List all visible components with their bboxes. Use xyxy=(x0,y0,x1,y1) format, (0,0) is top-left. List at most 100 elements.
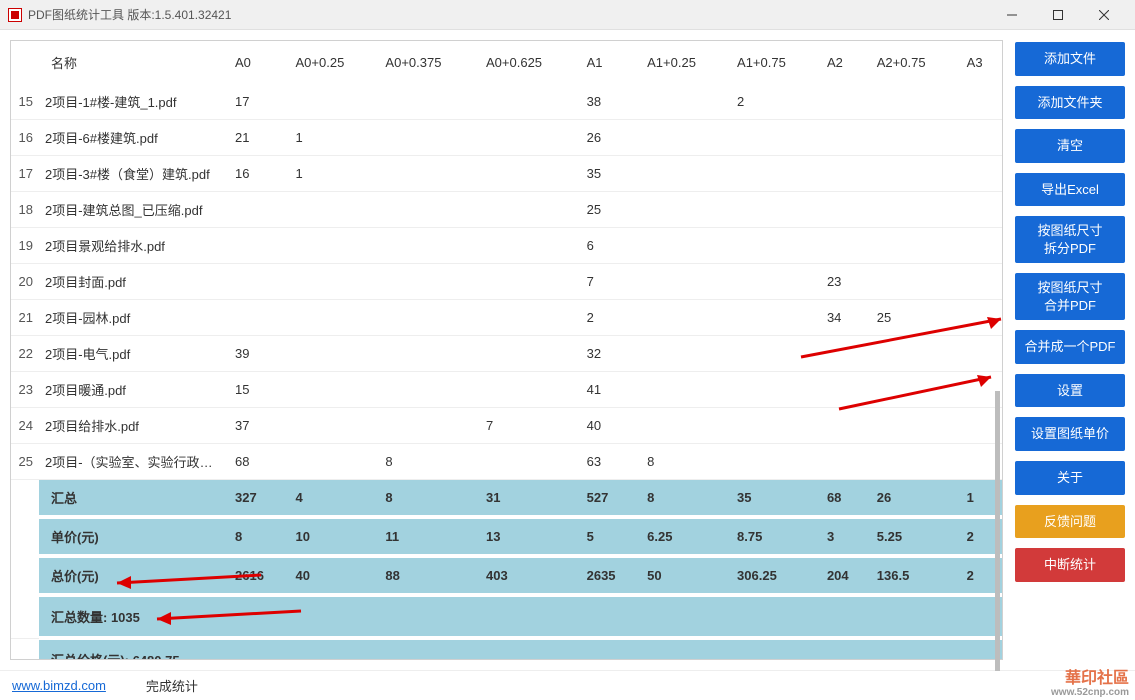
summary-label: 汇总 xyxy=(39,480,229,518)
file-name-cell: 2项目景观给排水.pdf xyxy=(39,228,229,264)
add-folder-button[interactable]: 添加文件夹 xyxy=(1015,86,1125,120)
table-row[interactable]: 232项目暖通.pdf1541 xyxy=(11,372,1002,408)
data-cell xyxy=(641,84,731,120)
data-cell: 2 xyxy=(581,300,642,336)
data-cell xyxy=(290,408,380,444)
column-header[interactable]: A0+0.625 xyxy=(480,41,581,84)
summary-cell: 8 xyxy=(229,517,290,556)
data-cell xyxy=(290,84,380,120)
about-button[interactable]: 关于 xyxy=(1015,461,1125,495)
data-cell xyxy=(480,156,581,192)
data-cell xyxy=(961,120,1002,156)
export-excel-button[interactable]: 导出Excel xyxy=(1015,173,1125,207)
table-row[interactable]: 212项目-园林.pdf23425 xyxy=(11,300,1002,336)
data-cell: 7 xyxy=(581,264,642,300)
data-cell xyxy=(379,336,480,372)
add-file-button[interactable]: 添加文件 xyxy=(1015,42,1125,76)
statusbar: www.bimzd.com 完成统计 xyxy=(0,670,1135,700)
data-cell xyxy=(379,372,480,408)
data-cell xyxy=(731,156,821,192)
data-cell xyxy=(480,336,581,372)
column-header[interactable]: A2+0.75 xyxy=(871,41,961,84)
split-by-size-button[interactable]: 按图纸尺寸拆分PDF xyxy=(1015,216,1125,263)
file-name-cell: 2项目-6#楼建筑.pdf xyxy=(39,120,229,156)
data-cell xyxy=(821,192,871,228)
feedback-button[interactable]: 反馈问题 xyxy=(1015,505,1125,539)
column-header[interactable]: A0+0.375 xyxy=(379,41,480,84)
table-container[interactable]: 名称A0A0+0.25A0+0.375A0+0.625A1A1+0.25A1+0… xyxy=(11,41,1002,659)
row-number: 16 xyxy=(11,120,39,156)
data-cell xyxy=(290,300,380,336)
data-cell xyxy=(731,372,821,408)
column-header[interactable]: 名称 xyxy=(39,41,229,84)
summary-cell: 26 xyxy=(871,480,961,518)
table-header-row: 名称A0A0+0.25A0+0.375A0+0.625A1A1+0.25A1+0… xyxy=(11,41,1002,84)
app-icon xyxy=(8,8,22,22)
data-cell: 6 xyxy=(581,228,642,264)
maximize-button[interactable] xyxy=(1035,0,1081,30)
table-row[interactable]: 172项目-3#楼（食堂）建筑.pdf16135 xyxy=(11,156,1002,192)
app-window: PDF图纸统计工具 版本:1.5.401.32421 名称A0A0+0.25A0… xyxy=(0,0,1135,700)
table-row[interactable]: 202项目封面.pdf723 xyxy=(11,264,1002,300)
data-cell xyxy=(480,120,581,156)
set-price-button[interactable]: 设置图纸单价 xyxy=(1015,417,1125,451)
window-controls xyxy=(989,0,1127,30)
file-name-cell: 2项目-电气.pdf xyxy=(39,336,229,372)
data-cell xyxy=(961,156,1002,192)
row-number: 24 xyxy=(11,408,39,444)
table-row[interactable]: 162项目-6#楼建筑.pdf21126 xyxy=(11,120,1002,156)
data-cell: 7 xyxy=(480,408,581,444)
column-header[interactable]: A2 xyxy=(821,41,871,84)
table-row[interactable]: 182项目-建筑总图_已压缩.pdf25 xyxy=(11,192,1002,228)
summary-full-cell: 汇总数量: 1035 xyxy=(39,595,1002,638)
column-header[interactable]: A0+0.25 xyxy=(290,41,380,84)
data-cell xyxy=(731,336,821,372)
file-name-cell: 2项目-建筑总图_已压缩.pdf xyxy=(39,192,229,228)
row-number: 20 xyxy=(11,264,39,300)
interrupt-button[interactable]: 中断统计 xyxy=(1015,548,1125,582)
summary-unit-price-row: 单价(元)810111356.258.7535.252 xyxy=(11,517,1002,556)
vertical-scrollbar[interactable] xyxy=(995,391,1000,671)
data-cell xyxy=(641,300,731,336)
column-header[interactable]: A1+0.75 xyxy=(731,41,821,84)
data-cell xyxy=(379,156,480,192)
close-button[interactable] xyxy=(1081,0,1127,30)
row-number: 21 xyxy=(11,300,39,336)
column-header[interactable]: A0 xyxy=(229,41,290,84)
table-row[interactable]: 192项目景观给排水.pdf6 xyxy=(11,228,1002,264)
column-header[interactable]: A1 xyxy=(581,41,642,84)
data-cell: 8 xyxy=(641,444,731,480)
merge-one-button[interactable]: 合并成一个PDF xyxy=(1015,330,1125,364)
data-cell xyxy=(480,84,581,120)
data-cell xyxy=(871,444,961,480)
data-cell: 37 xyxy=(229,408,290,444)
row-number: 25 xyxy=(11,444,39,480)
column-header[interactable]: A3 xyxy=(961,41,1002,84)
table-row[interactable]: 242项目给排水.pdf37740 xyxy=(11,408,1002,444)
data-cell xyxy=(290,264,380,300)
settings-button[interactable]: 设置 xyxy=(1015,374,1125,408)
data-cell xyxy=(821,372,871,408)
footer-link[interactable]: www.bimzd.com xyxy=(12,678,106,693)
row-number: 23 xyxy=(11,372,39,408)
table-row[interactable]: 152项目-1#楼-建筑_1.pdf17382 xyxy=(11,84,1002,120)
summary-cell: 50 xyxy=(641,556,731,595)
summary-cell: 4 xyxy=(290,480,380,518)
table-row[interactable]: 252项目-（实验室、实验行政楼...688638 xyxy=(11,444,1002,480)
clear-button[interactable]: 清空 xyxy=(1015,129,1125,163)
data-cell: 25 xyxy=(871,300,961,336)
summary-cell: 3 xyxy=(821,517,871,556)
summary-cell: 31 xyxy=(480,480,581,518)
column-header[interactable]: A1+0.25 xyxy=(641,41,731,84)
data-cell xyxy=(731,408,821,444)
data-cell: 40 xyxy=(581,408,642,444)
table-row[interactable]: 222项目-电气.pdf3932 xyxy=(11,336,1002,372)
minimize-button[interactable] xyxy=(989,0,1035,30)
column-header[interactable] xyxy=(11,41,39,84)
summary-cell: 5 xyxy=(581,517,642,556)
data-cell xyxy=(821,228,871,264)
data-cell xyxy=(731,444,821,480)
file-name-cell: 2项目暖通.pdf xyxy=(39,372,229,408)
data-cell xyxy=(379,120,480,156)
merge-by-size-button[interactable]: 按图纸尺寸合并PDF xyxy=(1015,273,1125,320)
